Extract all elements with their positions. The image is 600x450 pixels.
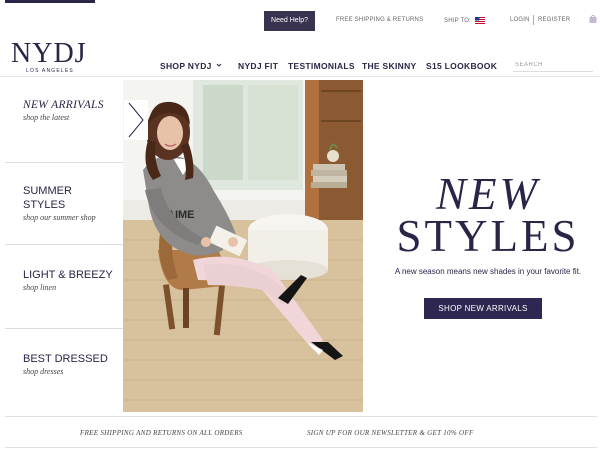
shop-new-arrivals-button[interactable]: SHOP NEW ARRIVALS bbox=[424, 298, 542, 319]
sidebar-item-title: LIGHT & BREEZY bbox=[23, 269, 113, 281]
need-help-button[interactable]: Need Help? bbox=[264, 11, 315, 31]
footer-divider-bottom bbox=[5, 447, 597, 448]
hero-photo-illustration: AIME bbox=[123, 80, 363, 412]
sidebar-item-best-dressed[interactable]: BEST DRESSED shop dresses bbox=[5, 332, 123, 412]
sidebar-item-summer-styles[interactable]: SUMMER STYLES shop our summer shop bbox=[5, 164, 123, 245]
login-link[interactable]: LOGIN bbox=[510, 17, 530, 23]
search-input[interactable] bbox=[513, 58, 593, 72]
nav-testimonials[interactable]: TESTIMONIALS bbox=[288, 61, 355, 71]
free-shipping-link[interactable]: FREE SHIPPING & RETURNS bbox=[336, 17, 423, 23]
sidebar-item-subtitle: shop linen bbox=[23, 283, 57, 292]
chevron-down-icon[interactable] bbox=[215, 61, 223, 69]
sidebar-item-title-line2: STYLES bbox=[23, 199, 66, 211]
footer-shipping-link[interactable]: FREE SHIPPING AND RETURNS ON ALL ORDERS bbox=[80, 429, 243, 437]
hero-image[interactable]: AIME bbox=[123, 80, 363, 412]
header-divider bbox=[0, 76, 600, 77]
footer-newsletter-link[interactable]: SIGN UP FOR OUR NEWSLETTER & GET 10% OFF bbox=[307, 429, 474, 437]
nav-nydj-fit[interactable]: NYDJ FIT bbox=[238, 61, 278, 71]
promo-headline: NEW STYLES bbox=[378, 169, 598, 261]
arrow-right-icon[interactable] bbox=[124, 100, 148, 140]
footer-divider-top bbox=[5, 416, 597, 417]
sidebar-item-title: NEW ARRIVALS bbox=[23, 99, 104, 111]
sidebar-item-subtitle: shop the latest bbox=[23, 113, 70, 122]
us-flag-icon bbox=[474, 17, 485, 24]
sidebar-item-subtitle: shop our summer shop bbox=[23, 213, 96, 222]
top-accent-bar bbox=[5, 0, 95, 3]
brand-tagline: LOS ANGELES bbox=[26, 68, 74, 74]
nav-the-skinny[interactable]: THE SKINNY bbox=[362, 61, 416, 71]
nav-s15-lookbook[interactable]: S15 LOOKBOOK bbox=[426, 61, 497, 71]
brand-logo[interactable]: NYDJ bbox=[11, 40, 87, 68]
register-link[interactable]: REGISTER bbox=[538, 17, 570, 23]
sidebar-item-title: BEST DRESSED bbox=[23, 353, 108, 365]
promo-headline-line2: STYLES bbox=[396, 211, 580, 261]
utility-divider bbox=[533, 15, 534, 25]
promo-subtitle: A new season means new shades in your fa… bbox=[394, 267, 582, 276]
nav-shop-nydj[interactable]: SHOP NYDJ bbox=[160, 61, 212, 71]
sidebar-item-new-arrivals[interactable]: NEW ARRIVALS shop the latest bbox=[5, 82, 123, 163]
promo-headline-line1: NEW bbox=[436, 169, 540, 219]
ship-to-selector[interactable]: SHIP TO: bbox=[444, 17, 485, 24]
sidebar-item-title: SUMMER bbox=[23, 185, 72, 197]
sidebar-item-light-breezy[interactable]: LIGHT & BREEZY shop linen bbox=[5, 248, 123, 329]
shopping-bag-icon[interactable] bbox=[589, 15, 597, 23]
ship-to-label: SHIP TO: bbox=[444, 18, 471, 25]
sidebar-item-subtitle: shop dresses bbox=[23, 367, 64, 376]
